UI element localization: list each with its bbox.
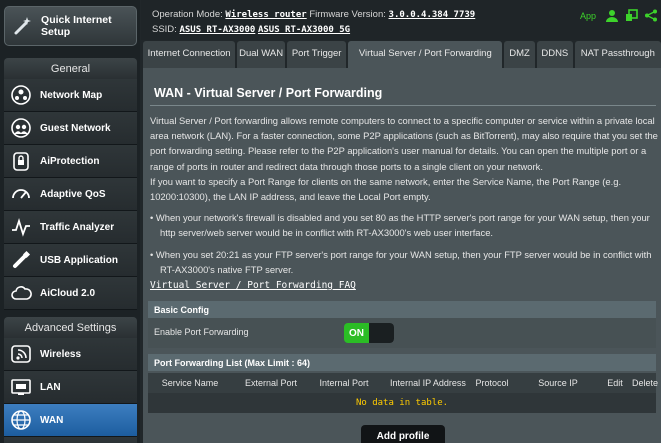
bullet-ftp-conflict: • When you set 20:21 as your FTP server'…	[150, 247, 660, 277]
ssid-line: SSID: ASUS_RT-AX3000 ASUS_RT-AX3000_5G	[152, 24, 350, 35]
col-edit: Edit	[607, 378, 623, 388]
tab-ddns[interactable]: DDNS	[536, 41, 573, 68]
lock-icon	[9, 149, 33, 173]
sidebar-item-label: AiProtection	[40, 155, 100, 167]
toggle-on-label: ON	[344, 323, 369, 343]
sidebar-item-aicloud[interactable]: AiCloud 2.0	[4, 277, 137, 310]
enable-port-forwarding-label: Enable Port Forwarding	[154, 327, 249, 337]
general-heading: General	[4, 58, 137, 79]
sidebar-item-lan[interactable]: LAN	[4, 371, 137, 404]
sidebar-item-label: Network Map	[40, 89, 103, 101]
sidebar-item-next[interactable]	[4, 437, 137, 443]
user-icon[interactable]	[605, 9, 619, 22]
sidebar-item-adaptive-qos[interactable]: Adaptive QoS	[4, 178, 137, 211]
sidebar-item-traffic-analyzer[interactable]: Traffic Analyzer	[4, 211, 137, 244]
tab-dmz[interactable]: DMZ	[504, 41, 535, 68]
sidebar: Quick Internet Setup General Network Map…	[0, 0, 140, 443]
quick-internet-setup-button[interactable]: Quick Internet Setup	[4, 6, 137, 46]
general-menu: Network Map Guest Network AiProtection A…	[4, 79, 137, 310]
ssid-5g-link[interactable]: ASUS_RT-AX3000_5G	[258, 25, 350, 35]
sidebar-item-aiprotection[interactable]: AiProtection	[4, 145, 137, 178]
usb-status-icon[interactable]	[625, 9, 639, 22]
ssid-24g-link[interactable]: ASUS_RT-AX3000	[179, 25, 255, 35]
sidebar-item-label: Adaptive QoS	[40, 188, 106, 200]
enable-port-forwarding-row: Enable Port Forwarding ON	[148, 318, 656, 348]
operation-mode-line: Operation Mode: Wireless router Firmware…	[152, 9, 475, 20]
firmware-version-link[interactable]: 3.0.0.4.384_7739	[389, 10, 476, 20]
sidebar-item-label: USB Application	[40, 254, 118, 266]
advanced-settings-heading: Advanced Settings	[4, 317, 137, 338]
basic-config-header: Basic Config	[148, 301, 656, 318]
sidebar-item-guest-network[interactable]: Guest Network	[4, 112, 137, 145]
wand-icon	[11, 13, 35, 39]
operation-mode-link[interactable]: Wireless router	[225, 10, 306, 20]
sidebar-item-usb-application[interactable]: USB Application	[4, 244, 137, 277]
usb-icon	[9, 248, 33, 272]
network-map-icon	[9, 83, 33, 107]
bullet-text: When you set 20:21 as your FTP server's …	[155, 249, 652, 276]
quick-setup-label: Quick Internet Setup	[41, 14, 112, 38]
col-service-name: Service Name	[161, 378, 219, 388]
sidebar-item-network-map[interactable]: Network Map	[4, 79, 137, 112]
no-data-message: No data in table.	[148, 393, 656, 413]
firmware-label: Firmware Version:	[309, 9, 386, 20]
menu-icon-partial	[9, 435, 33, 443]
main-content: WAN - Virtual Server / Port Forwarding V…	[143, 68, 661, 443]
wireless-icon	[9, 342, 33, 366]
cloud-icon	[9, 281, 33, 305]
tab-nat-passthrough[interactable]: NAT Passthrough	[574, 41, 661, 68]
top-status-bar: Operation Mode: Wireless router Firmware…	[141, 0, 661, 40]
toggle-knob	[369, 323, 394, 343]
guest-network-icon	[9, 116, 33, 140]
advanced-menu: Wireless LAN WAN	[4, 338, 137, 443]
port-range-paragraph: If you want to specify a Port Range for …	[150, 176, 622, 203]
tab-dual-wan[interactable]: Dual WAN	[237, 41, 285, 68]
sidebar-item-wan[interactable]: WAN	[4, 404, 137, 437]
sidebar-item-label: Guest Network	[40, 122, 111, 134]
sidebar-item-label: WAN	[40, 414, 64, 426]
sidebar-item-label: LAN	[40, 381, 61, 393]
port-forwarding-toggle[interactable]: ON	[344, 323, 394, 343]
traffic-analyzer-icon	[9, 215, 33, 239]
globe-icon	[9, 408, 33, 432]
speedometer-icon	[9, 182, 33, 206]
bullet-http-conflict: • When your network's firewall is disabl…	[150, 210, 660, 240]
page-title: WAN - Virtual Server / Port Forwarding	[154, 86, 383, 100]
intro-paragraph: Virtual Server / Port forwarding allows …	[150, 115, 658, 172]
sidebar-item-label: Wireless	[40, 348, 82, 360]
tab-virtual-server[interactable]: Virtual Server / Port Forwarding	[348, 41, 503, 68]
col-protocol: Protocol	[475, 378, 509, 388]
wan-tabs: Internet Connection Dual WAN Port Trigge…	[143, 41, 661, 68]
bullet-text: When your network's firewall is disabled…	[155, 212, 650, 239]
share-icon[interactable]	[644, 9, 658, 22]
title-divider	[150, 105, 656, 106]
tab-internet-connection[interactable]: Internet Connection	[143, 41, 236, 68]
sidebar-item-label: Traffic Analyzer	[40, 221, 115, 233]
col-internal-ip: Internal IP Address	[390, 378, 466, 388]
col-external-port: External Port	[244, 378, 298, 388]
ssid-label: SSID:	[152, 24, 177, 35]
add-profile-button[interactable]: Add profile	[361, 425, 445, 443]
lan-icon	[9, 375, 33, 399]
tab-port-trigger[interactable]: Port Trigger	[286, 41, 347, 68]
col-internal-port: Internal Port	[319, 378, 369, 388]
port-forwarding-list-header: Port Forwarding List (Max Limit : 64)	[148, 354, 656, 371]
sidebar-item-label: AiCloud 2.0	[40, 287, 96, 299]
col-delete: Delete	[631, 378, 659, 388]
sidebar-item-wireless[interactable]: Wireless	[4, 338, 137, 371]
operation-mode-label: Operation Mode:	[152, 9, 223, 20]
app-label[interactable]: App	[580, 11, 596, 21]
col-source-ip: Source IP	[538, 378, 578, 388]
faq-link[interactable]: Virtual Server / Port Forwarding FAQ	[150, 280, 356, 291]
port-forwarding-table-header: Service Name External Port Internal Port…	[148, 373, 659, 393]
